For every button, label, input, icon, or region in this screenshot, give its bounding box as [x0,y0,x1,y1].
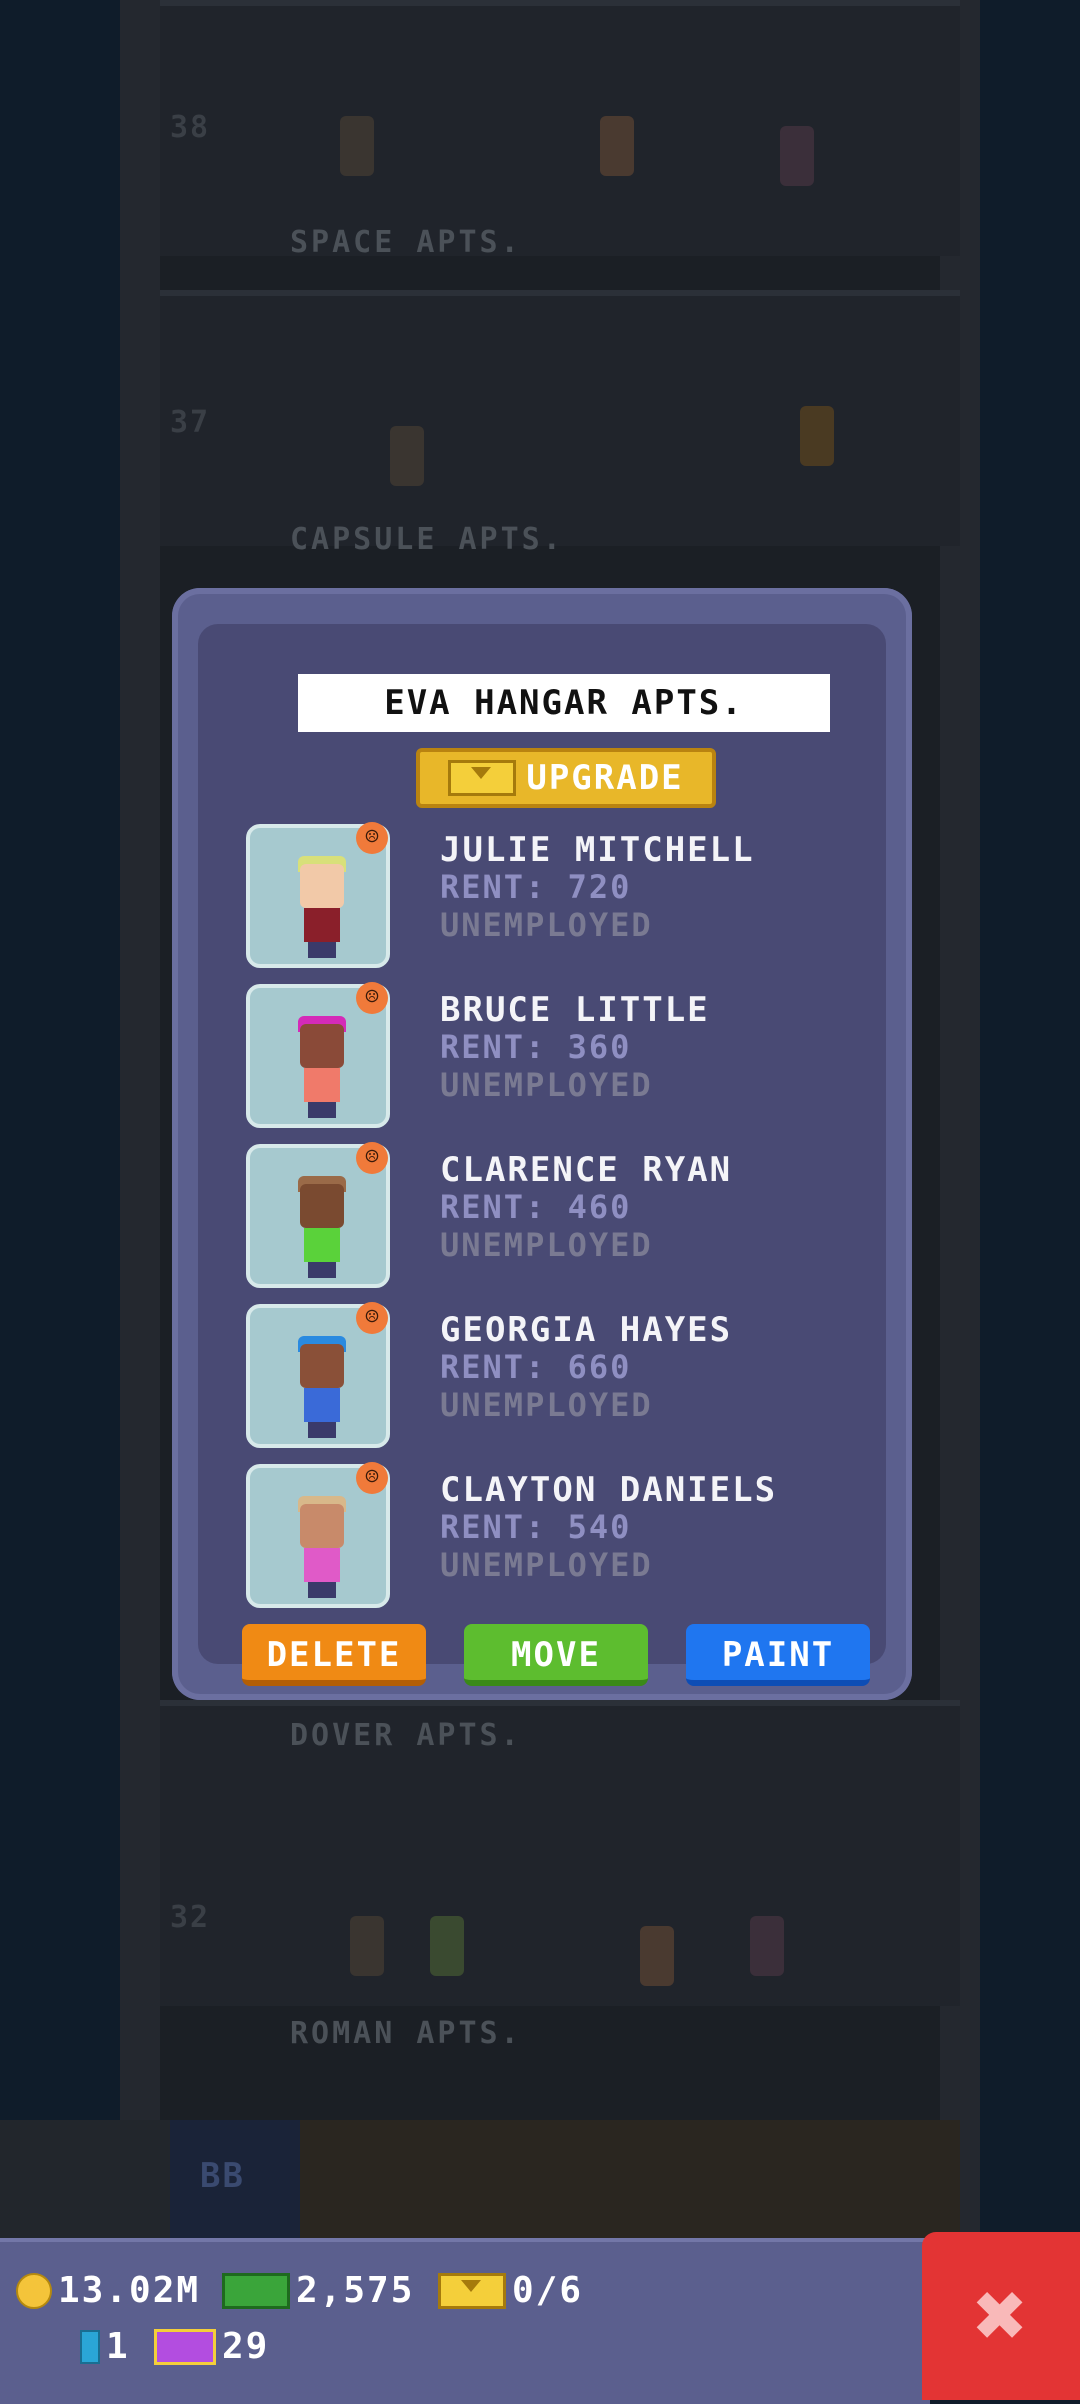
avatar-legs [308,1102,336,1118]
dialog-panel: EVA HANGAR APTS. UPGRADE ☹ JULIE MITCHEL… [198,624,886,1686]
resident-row[interactable]: ☹ JULIE MITCHELL RENT: 720 UNEMPLOYED [246,822,866,974]
avatar-head [300,1344,344,1388]
resident-sprite [780,126,814,186]
floor-label: CAPSULE APTS. [290,522,564,557]
golden-ticket-icon [438,2272,506,2309]
resident-name: GEORGIA HAYES [440,1310,733,1350]
coins-counter: 13.02M [16,2270,200,2311]
resident-sprite [390,426,424,486]
avatar-legs [308,1422,336,1438]
resident-rent: RENT: 660 [440,1348,632,1386]
paint-button[interactable]: PAINT [686,1624,870,1686]
resident-sprite [430,1916,464,1976]
resident-sprite [340,116,374,176]
bux-icon [448,760,517,796]
cash-icon [222,2272,290,2309]
floor-label: ROMAN APTS. [290,2016,522,2051]
resident-sprite [800,406,834,466]
resident-row[interactable]: ☹ GEORGIA HAYES RENT: 660 UNEMPLOYED [246,1302,866,1454]
coin-icon [16,2272,52,2309]
resident-rent: RENT: 360 [440,1028,632,1066]
resident-sprite [750,1916,784,1976]
floor-dover-apts[interactable] [160,1700,960,2006]
avatar-head [300,1024,344,1068]
resident-rent: RENT: 460 [440,1188,632,1226]
avatar-body [304,1068,340,1102]
avatar-head [300,1184,344,1228]
sad-face-icon: ☹ [356,1302,388,1334]
resource-hud: 13.02M 2,575 0/6 1 29 [0,2238,930,2404]
tickets-counter: 0/6 [438,2270,583,2311]
avatar-body [304,908,340,942]
avatar-head [300,1504,344,1548]
keys-value: 1 [106,2326,130,2367]
resident-sprite [600,116,634,176]
bux-counter: 2,575 [222,2270,414,2311]
upgrade-label: UPGRADE [526,758,684,798]
lobby-sign-text: BB [200,2156,245,2196]
keycard-icon [80,2329,100,2364]
avatar-legs [308,1262,336,1278]
floor-number: 32 [170,1900,211,1935]
resident-job: UNEMPLOYED [440,1226,653,1264]
resident-name: BRUCE LITTLE [440,990,710,1030]
keys-counter: 1 [80,2326,130,2367]
floor-capsule-apts[interactable] [160,290,960,546]
avatar-head [300,864,344,908]
resident-row[interactable]: ☹ CLARENCE RYAN RENT: 460 UNEMPLOYED [246,1142,866,1294]
avatar-body [304,1548,340,1582]
sad-face-icon: ☹ [356,822,388,854]
avatar-body [304,1388,340,1422]
resident-rent: RENT: 720 [440,868,632,906]
resident-row[interactable]: ☹ BRUCE LITTLE RENT: 360 UNEMPLOYED [246,982,866,1134]
sad-face-icon: ☹ [356,982,388,1014]
resident-job: UNEMPLOYED [440,906,653,944]
resident-row[interactable]: ☹ CLAYTON DANIELS RENT: 540 UNEMPLOYED [246,1462,866,1614]
coins-value: 13.02M [58,2270,201,2311]
resident-name: CLAYTON DANIELS [440,1470,778,1510]
tower-wall-left [120,0,160,2240]
resident-sprite [350,1916,384,1976]
lobby-sign: BB [170,2120,300,2240]
tickets-value: 0/6 [512,2270,584,2311]
avatar-legs [308,942,336,958]
resident-job: UNEMPLOYED [440,1546,653,1584]
floor-number: 38 [170,110,211,145]
upgrade-button[interactable]: UPGRADE [416,748,716,808]
lobby-wall [0,2120,170,2240]
floor-space-apts[interactable] [160,0,960,256]
floor-label: DOVER APTS. [290,1718,522,1753]
tv-bux-counter: 29 [154,2326,269,2367]
avatar-body [304,1228,340,1262]
bux-value: 2,575 [296,2270,415,2311]
tv-bux-value: 29 [222,2326,270,2367]
floor-name-input[interactable]: EVA HANGAR APTS. [298,674,830,732]
floor-label: SPACE APTS. [290,225,522,260]
resident-job: UNEMPLOYED [440,1066,653,1104]
tv-bux-icon [154,2328,216,2365]
floor-number: 37 [170,405,211,440]
resident-name: CLARENCE RYAN [440,1150,733,1190]
delete-button[interactable]: DELETE [242,1624,426,1686]
close-button[interactable]: ✖ [922,2232,1080,2400]
resident-rent: RENT: 540 [440,1508,632,1546]
floor-dialog: EVA HANGAR APTS. UPGRADE ☹ JULIE MITCHEL… [172,588,912,1700]
lobby-floor [300,2120,960,2240]
sad-face-icon: ☹ [356,1462,388,1494]
resident-name: JULIE MITCHELL [440,830,755,870]
move-button[interactable]: MOVE [464,1624,648,1686]
resident-sprite [640,1926,674,1986]
sad-face-icon: ☹ [356,1142,388,1174]
close-icon: ✖ [973,2263,1029,2368]
resident-job: UNEMPLOYED [440,1386,653,1424]
avatar-legs [308,1582,336,1598]
